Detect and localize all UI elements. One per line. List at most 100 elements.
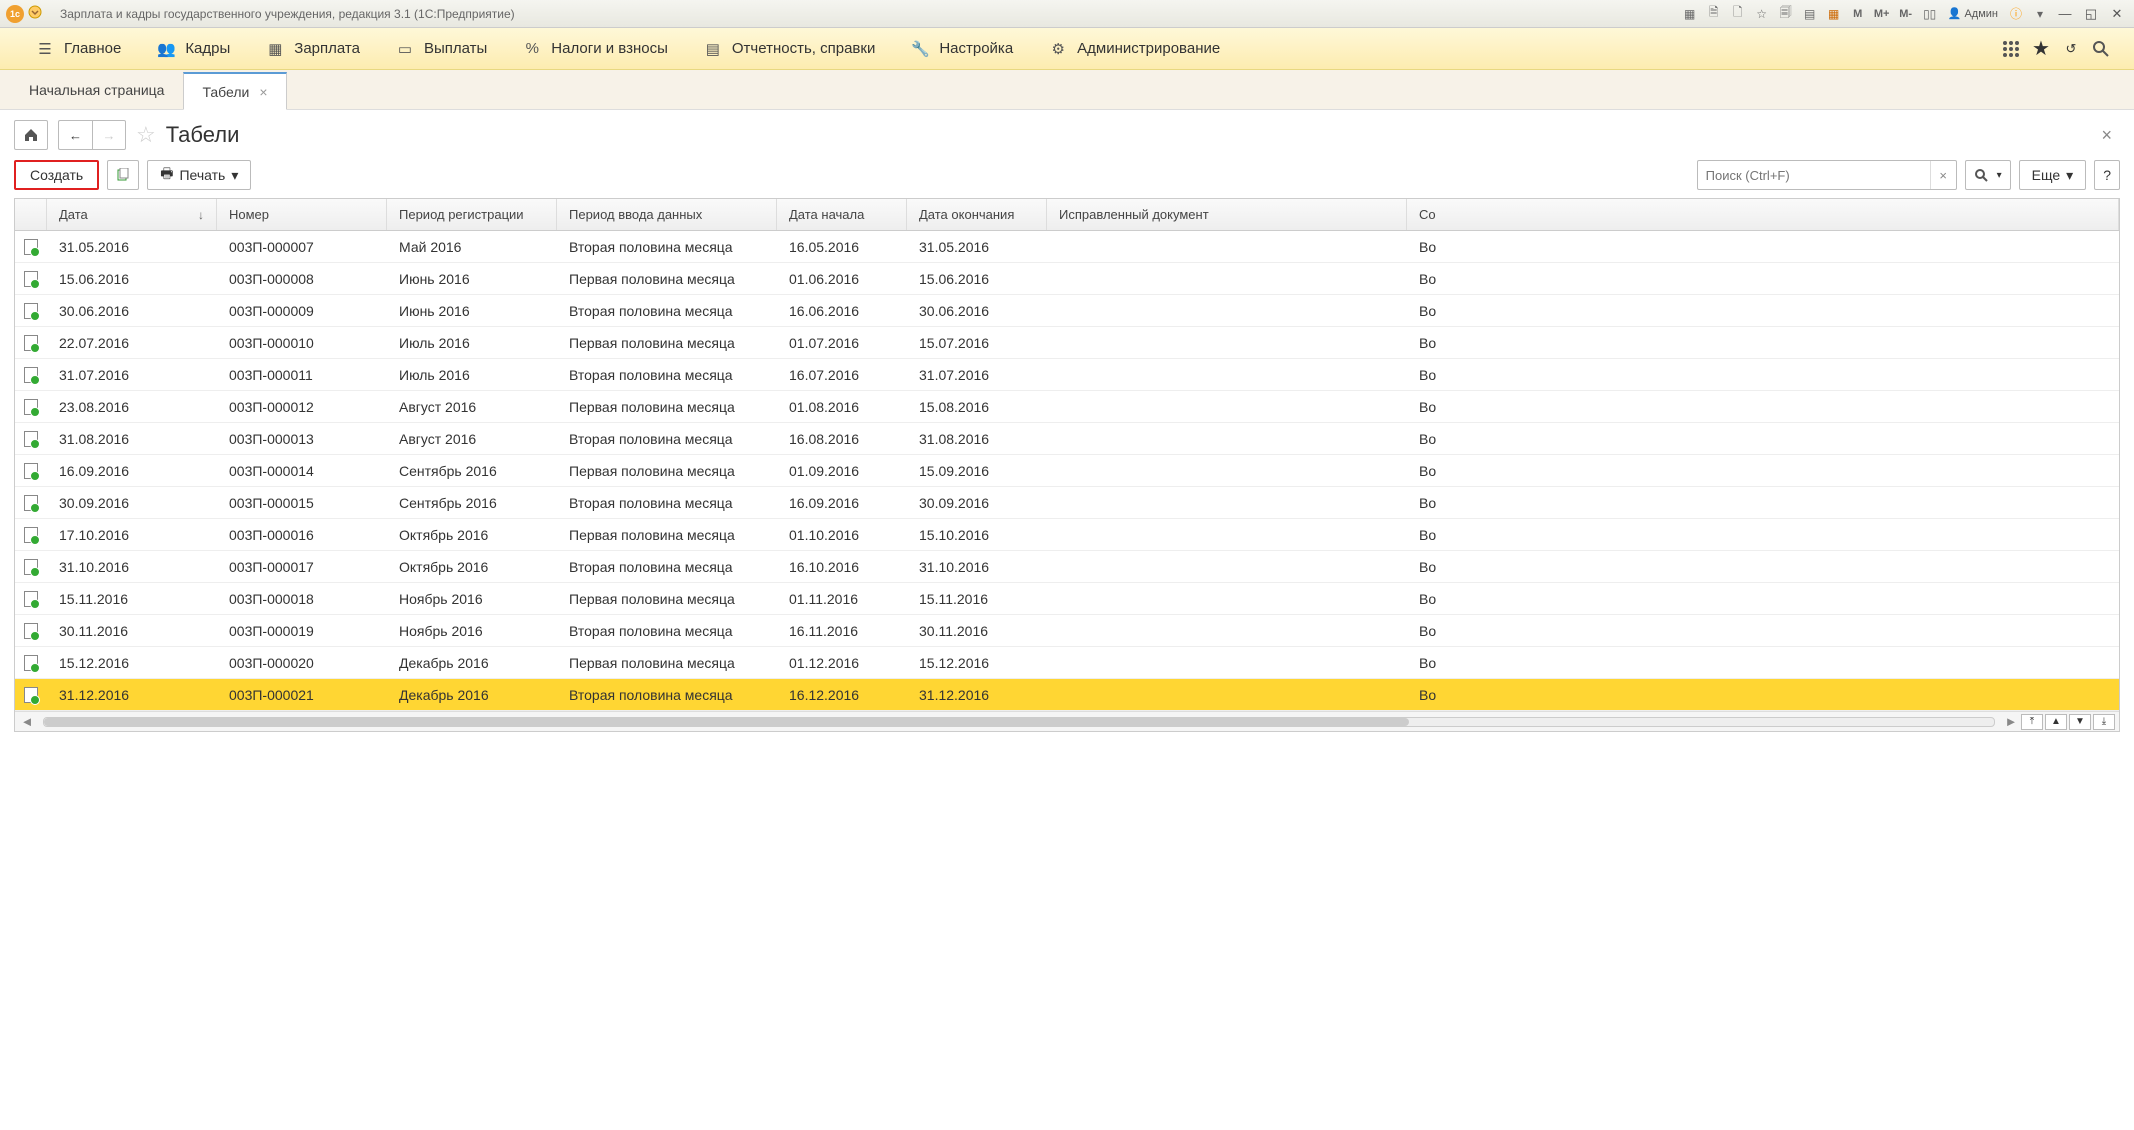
- search-input[interactable]: [1698, 168, 1930, 183]
- table-row[interactable]: 15.12.2016003П-000020Декабрь 2016Первая …: [15, 647, 2119, 679]
- menu-admin[interactable]: ⚙Администрирование: [1031, 28, 1238, 69]
- scroll-track[interactable]: [43, 717, 1995, 727]
- menu-main[interactable]: ☰Главное: [18, 28, 139, 69]
- cell-date-start: 16.10.2016: [777, 551, 907, 582]
- forward-button[interactable]: →: [92, 120, 126, 150]
- current-user[interactable]: 👤 Админ: [1944, 7, 2002, 20]
- calendar-icon[interactable]: ▦: [1824, 4, 1844, 24]
- star-icon[interactable]: ★: [2026, 34, 2056, 64]
- tab-start-page[interactable]: Начальная страница: [10, 71, 183, 109]
- memory-mplus[interactable]: M+: [1872, 4, 1892, 24]
- tool-icon-3[interactable]: 🗋: [1728, 4, 1748, 24]
- tab-tabeli[interactable]: Табели×: [183, 72, 286, 110]
- table-row[interactable]: 31.08.2016003П-000013Август 2016Вторая п…: [15, 423, 2119, 455]
- minimize-button[interactable]: —: [2054, 5, 2076, 23]
- clear-search-icon[interactable]: ×: [1930, 161, 1956, 189]
- page-content: ← → ☆ Табели × Создать 🖶Печать▾ × ▾ Еще▾…: [0, 110, 2134, 742]
- memory-m[interactable]: M: [1848, 4, 1868, 24]
- maximize-button[interactable]: ◱: [2080, 5, 2102, 23]
- col-date-start[interactable]: Дата начала: [777, 199, 907, 230]
- close-window-button[interactable]: ✕: [2106, 5, 2128, 23]
- cell-reg-period: Ноябрь 2016: [387, 583, 557, 614]
- scroll-left-icon[interactable]: ◄: [19, 714, 35, 729]
- cell-number: 003П-000021: [217, 679, 387, 710]
- cell-fixed-doc: [1047, 487, 1407, 518]
- table-row[interactable]: 30.09.2016003П-000015Сентябрь 2016Вторая…: [15, 487, 2119, 519]
- scroll-thumb[interactable]: [44, 718, 1409, 726]
- dropdown-icon[interactable]: ▾: [2030, 4, 2050, 24]
- cell-last: Во: [1407, 231, 2119, 262]
- cell-input-period: Первая половина месяца: [557, 327, 777, 358]
- cell-date-start: 01.10.2016: [777, 519, 907, 550]
- table-row[interactable]: 23.08.2016003П-000012Август 2016Первая п…: [15, 391, 2119, 423]
- menu-kadry[interactable]: 👥Кадры: [139, 28, 248, 69]
- print-button[interactable]: 🖶Печать▾: [147, 160, 251, 190]
- col-reg-period[interactable]: Период регистрации: [387, 199, 557, 230]
- col-last[interactable]: Со: [1407, 199, 2119, 230]
- history-icon[interactable]: ↺: [2056, 34, 2086, 64]
- menu-vyplaty[interactable]: ▭Выплаты: [378, 28, 505, 69]
- col-date[interactable]: Дата↓: [47, 199, 217, 230]
- memory-mminus[interactable]: M-: [1896, 4, 1916, 24]
- scroll-right-icon[interactable]: ►: [2003, 714, 2019, 729]
- col-icon[interactable]: [15, 199, 47, 230]
- copy-button[interactable]: [107, 160, 139, 190]
- table-row[interactable]: 16.09.2016003П-000014Сентябрь 2016Первая…: [15, 455, 2119, 487]
- row-status-icon: [15, 455, 47, 486]
- close-page-button[interactable]: ×: [2093, 121, 2120, 150]
- create-button[interactable]: Создать: [14, 160, 99, 190]
- favorite-icon[interactable]: ☆: [1752, 4, 1772, 24]
- table-row[interactable]: 15.06.2016003П-000008Июнь 2016Первая пол…: [15, 263, 2119, 295]
- col-date-end[interactable]: Дата окончания: [907, 199, 1047, 230]
- table-row[interactable]: 31.10.2016003П-000017Октябрь 2016Вторая …: [15, 551, 2119, 583]
- table-row[interactable]: 31.07.2016003П-000011Июль 2016Вторая пол…: [15, 359, 2119, 391]
- col-number[interactable]: Номер: [217, 199, 387, 230]
- help-button[interactable]: ?: [2094, 160, 2120, 190]
- col-fixed-doc[interactable]: Исправленный документ: [1047, 199, 1407, 230]
- menu-nastroika[interactable]: 🔧Настройка: [893, 28, 1031, 69]
- table-row[interactable]: 31.12.2016003П-000021Декабрь 2016Вторая …: [15, 679, 2119, 711]
- cell-reg-period: Август 2016: [387, 423, 557, 454]
- table-row[interactable]: 30.11.2016003П-000019Ноябрь 2016Вторая п…: [15, 615, 2119, 647]
- close-tab-icon[interactable]: ×: [259, 84, 267, 100]
- scroll-top-button[interactable]: ⤒: [2021, 714, 2043, 730]
- cell-last: Во: [1407, 551, 2119, 582]
- cell-date: 15.12.2016: [47, 647, 217, 678]
- menu-zarplata[interactable]: ▦Зарплата: [248, 28, 378, 69]
- search-field[interactable]: ×: [1697, 160, 1957, 190]
- scroll-bottom-button[interactable]: ⤓: [2093, 714, 2115, 730]
- dropdown-toggle[interactable]: [28, 5, 46, 23]
- favorite-star-icon[interactable]: ☆: [136, 122, 156, 148]
- scroll-up-button[interactable]: ▲: [2045, 714, 2067, 730]
- cell-number: 003П-000014: [217, 455, 387, 486]
- col-input-period[interactable]: Период ввода данных: [557, 199, 777, 230]
- cell-last: Во: [1407, 487, 2119, 518]
- find-button[interactable]: ▾: [1965, 160, 2011, 190]
- cell-input-period: Вторая половина месяца: [557, 679, 777, 710]
- calc-icon[interactable]: ▤: [1800, 4, 1820, 24]
- tool-icon-2[interactable]: 🗎: [1704, 4, 1724, 24]
- tool-icon-4[interactable]: 🗐: [1776, 4, 1796, 24]
- info-icon[interactable]: ⓘ: [2006, 4, 2026, 24]
- cell-reg-period: Июль 2016: [387, 327, 557, 358]
- home-button[interactable]: [14, 120, 48, 150]
- table-row[interactable]: 30.06.2016003П-000009Июнь 2016Вторая пол…: [15, 295, 2119, 327]
- cell-date-end: 31.12.2016: [907, 679, 1047, 710]
- table-row[interactable]: 17.10.2016003П-000016Октябрь 2016Первая …: [15, 519, 2119, 551]
- table-row[interactable]: 15.11.2016003П-000018Ноябрь 2016Первая п…: [15, 583, 2119, 615]
- tool-icon-1[interactable]: ▦: [1680, 4, 1700, 24]
- menu-nalogi[interactable]: %Налоги и взносы: [505, 28, 686, 69]
- menu-otchet[interactable]: ▤Отчетность, справки: [686, 28, 893, 69]
- search-icon[interactable]: [2086, 34, 2116, 64]
- apps-icon[interactable]: [1996, 34, 2026, 64]
- more-button[interactable]: Еще▾: [2019, 160, 2087, 190]
- cell-input-period: Первая половина месяца: [557, 455, 777, 486]
- table-row[interactable]: 31.05.2016003П-000007Май 2016Вторая поло…: [15, 231, 2119, 263]
- panel-icon[interactable]: ▯▯: [1920, 4, 1940, 24]
- table-row[interactable]: 22.07.2016003П-000010Июль 2016Первая пол…: [15, 327, 2119, 359]
- back-button[interactable]: ←: [58, 120, 92, 150]
- scroll-down-button[interactable]: ▼: [2069, 714, 2091, 730]
- report-icon: ▤: [704, 40, 722, 58]
- cell-date-end: 15.08.2016: [907, 391, 1047, 422]
- horizontal-scrollbar[interactable]: ◄ ► ⤒ ▲ ▼ ⤓: [15, 711, 2119, 731]
